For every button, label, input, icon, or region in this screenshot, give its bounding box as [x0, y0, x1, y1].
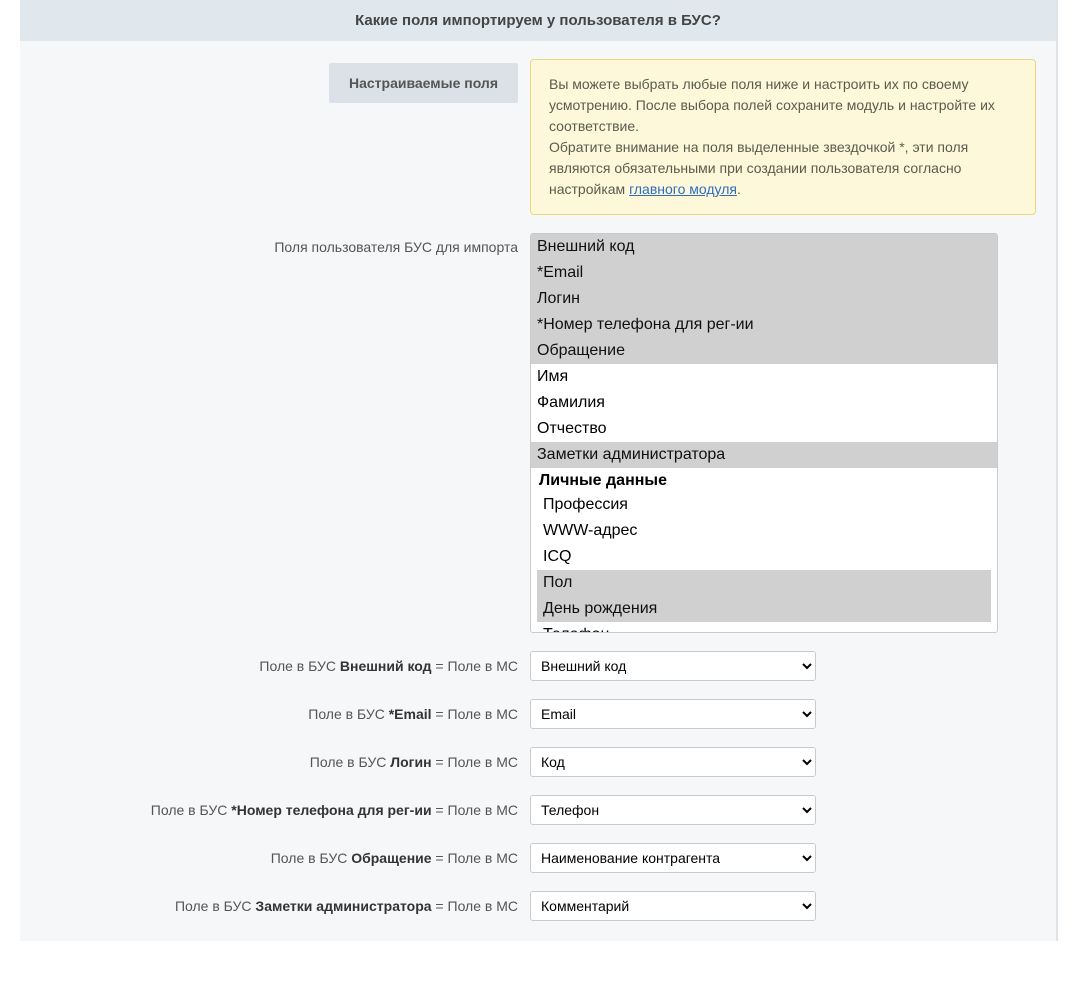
main-module-link[interactable]: главного модуля — [629, 181, 737, 197]
mapping-label: Поле в БУС *Email = Поле в МС — [40, 706, 530, 722]
mapping-label: Поле в БУС Обращение = Поле в МС — [40, 850, 530, 866]
multiselect-option[interactable]: Фамилия — [531, 390, 997, 416]
multiselect-option[interactable]: Внешний код — [531, 234, 997, 260]
mapping-row: Поле в БУС *Email = Поле в МСEmail — [20, 699, 1056, 729]
multiselect-option[interactable]: WWW-адрес — [537, 518, 991, 544]
info-text-2b: . — [737, 181, 741, 197]
mapping-label: Поле в БУС *Номер телефона для рег-ии = … — [40, 802, 530, 818]
mapping-select[interactable]: Телефон — [530, 795, 816, 825]
mapping-select[interactable]: Внешний код — [530, 651, 816, 681]
multiselect-option[interactable]: Обращение — [531, 338, 997, 364]
section-title: Какие поля импортируем у пользователя в … — [20, 0, 1056, 41]
mapping-label: Поле в БУС Заметки администратора = Поле… — [40, 898, 530, 914]
multiselect-option[interactable]: Отчество — [531, 416, 997, 442]
customizable-fields-tag: Настраиваемые поля — [329, 63, 518, 103]
multiselect-option[interactable]: *Номер телефона для рег-ии — [531, 312, 997, 338]
mapping-row: Поле в БУС Внешний код = Поле в МСВнешни… — [20, 651, 1056, 681]
multiselect-option[interactable]: ICQ — [537, 544, 991, 570]
multiselect-option[interactable]: Профессия — [537, 492, 991, 518]
multiselect-option[interactable]: День рождения — [537, 596, 991, 622]
multiselect-option[interactable]: Заметки администратора — [531, 442, 997, 468]
multiselect-option[interactable]: Имя — [531, 364, 997, 390]
mapping-select[interactable]: Email — [530, 699, 816, 729]
multiselect-option[interactable]: Пол — [537, 570, 991, 596]
multiselect-option[interactable]: *Email — [531, 260, 997, 286]
mapping-label: Поле в БУС Логин = Поле в МС — [40, 754, 530, 770]
mapping-row: Поле в БУС Заметки администратора = Поле… — [20, 891, 1056, 921]
info-text-2a: Обратите внимание на поля выделенные зве… — [549, 139, 968, 197]
mapping-select[interactable]: Наименование контрагента — [530, 843, 816, 873]
mapping-label: Поле в БУС Внешний код = Поле в МС — [40, 658, 530, 674]
mapping-row: Поле в БУС Логин = Поле в МСКод — [20, 747, 1056, 777]
import-fields-multiselect[interactable]: Внешний код*EmailЛогин*Номер телефона дл… — [530, 233, 998, 633]
mapping-row: Поле в БУС Обращение = Поле в МСНаименов… — [20, 843, 1056, 873]
multiselect-optgroup: ПрофессияWWW-адресICQПолДень рожденияТел… — [531, 468, 997, 633]
info-box: Вы можете выбрать любые поля ниже и наст… — [530, 59, 1036, 215]
multiselect-option[interactable]: Телефон — [537, 622, 991, 633]
info-text-1: Вы можете выбрать любые поля ниже и наст… — [549, 76, 995, 134]
multiselect-option[interactable]: Логин — [531, 286, 997, 312]
mapping-select[interactable]: Комментарий — [530, 891, 816, 921]
mapping-select[interactable]: Код — [530, 747, 816, 777]
mapping-row: Поле в БУС *Номер телефона для рег-ии = … — [20, 795, 1056, 825]
import-fields-label: Поля пользователя БУС для импорта — [40, 233, 530, 255]
